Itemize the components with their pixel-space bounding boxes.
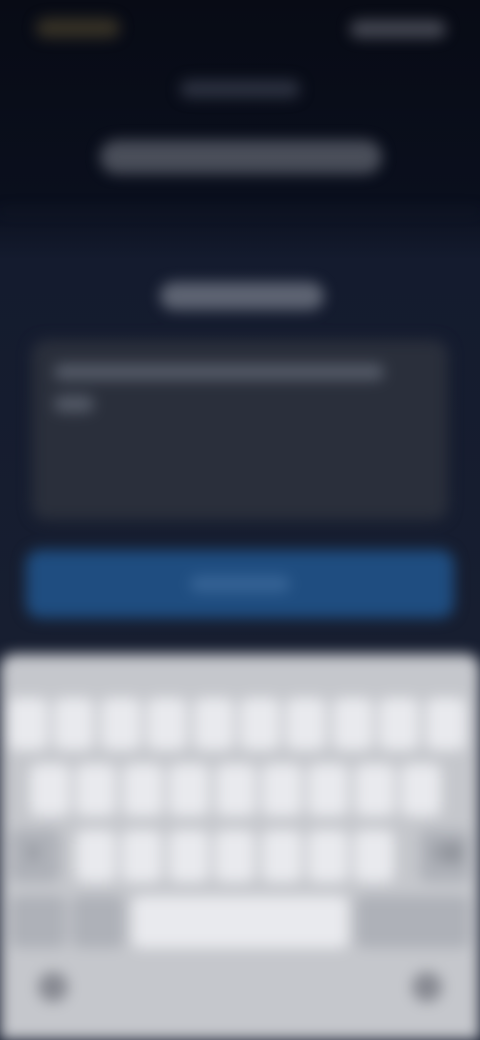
globe-key[interactable] bbox=[72, 896, 124, 948]
keyboard-key[interactable] bbox=[354, 830, 395, 882]
keyboard-key[interactable] bbox=[169, 764, 210, 816]
message-text-area[interactable] bbox=[32, 340, 448, 520]
text-area-line bbox=[54, 396, 94, 412]
keyboard-key[interactable] bbox=[332, 698, 373, 750]
keyboard-key[interactable] bbox=[261, 830, 302, 882]
keyboard-key[interactable] bbox=[262, 764, 302, 816]
keyboard-key[interactable] bbox=[308, 830, 348, 882]
status-time bbox=[36, 18, 120, 38]
keyboard-key[interactable] bbox=[193, 698, 234, 750]
blurred-content: ⇧ ⌫ bbox=[0, 0, 480, 1040]
keyboard-key[interactable] bbox=[308, 764, 349, 816]
primary-action-button[interactable] bbox=[26, 550, 454, 618]
space-key[interactable] bbox=[132, 896, 348, 948]
keyboard-key[interactable] bbox=[122, 764, 163, 816]
status-indicators bbox=[350, 20, 446, 38]
shift-key[interactable]: ⇧ bbox=[10, 830, 60, 882]
emoji-icon[interactable] bbox=[38, 972, 68, 1002]
keyboard-key[interactable] bbox=[100, 698, 141, 750]
keyboard-key[interactable] bbox=[215, 764, 256, 816]
app-screen: ⇧ ⌫ bbox=[0, 0, 480, 1040]
numbers-key[interactable] bbox=[10, 896, 66, 948]
keyboard-key[interactable] bbox=[354, 764, 395, 816]
on-screen-keyboard: ⇧ ⌫ bbox=[0, 654, 480, 1040]
keyboard-key[interactable] bbox=[286, 698, 327, 750]
section-heading bbox=[160, 282, 324, 310]
primary-action-label bbox=[190, 576, 290, 592]
page-title bbox=[100, 140, 382, 174]
keyboard-key[interactable] bbox=[76, 830, 116, 882]
keyboard-key[interactable] bbox=[401, 764, 442, 816]
keyboard-key[interactable] bbox=[425, 698, 466, 750]
keyboard-key[interactable] bbox=[76, 764, 117, 816]
return-key[interactable] bbox=[356, 896, 470, 948]
keyboard-key[interactable] bbox=[215, 830, 256, 882]
backspace-icon: ⌫ bbox=[432, 842, 464, 867]
status-bar bbox=[0, 14, 480, 44]
text-area-line bbox=[54, 364, 384, 380]
header-divider bbox=[0, 210, 480, 211]
nav-subtitle bbox=[180, 80, 300, 98]
keyboard-key[interactable] bbox=[8, 698, 48, 750]
keyboard-key[interactable] bbox=[379, 698, 420, 750]
microphone-icon[interactable] bbox=[412, 972, 442, 1002]
keyboard-key[interactable] bbox=[147, 698, 188, 750]
shift-icon: ⇧ bbox=[24, 842, 43, 867]
keyboard-key[interactable] bbox=[240, 698, 280, 750]
keyboard-key[interactable] bbox=[30, 764, 70, 816]
keyboard-key[interactable] bbox=[168, 830, 209, 882]
keyboard-key[interactable] bbox=[122, 830, 163, 882]
backspace-key[interactable]: ⌫ bbox=[420, 830, 470, 882]
keyboard-key[interactable] bbox=[54, 698, 95, 750]
